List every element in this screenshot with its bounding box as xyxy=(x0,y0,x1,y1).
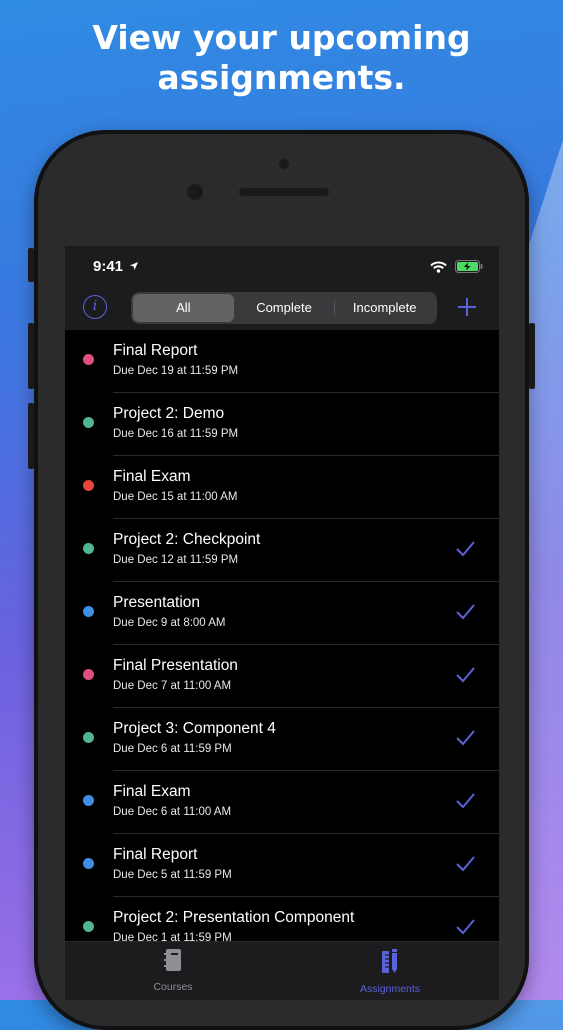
segment-all[interactable]: All xyxy=(133,294,234,322)
assignment-row[interactable]: Project 3: Component 4 Due Dec 6 at 11:59… xyxy=(65,708,499,771)
assignment-due-date: Due Dec 5 at 11:59 PM xyxy=(113,869,232,881)
assignment-title: Final Report xyxy=(113,846,198,863)
marketing-headline: View your upcoming assignments. xyxy=(0,18,563,98)
assignment-title: Final Exam xyxy=(113,468,191,485)
battery-charging-icon xyxy=(455,260,483,273)
assignment-row[interactable]: Final Report Due Dec 19 at 11:59 PM xyxy=(65,330,499,393)
tab-assignments[interactable]: Assignments xyxy=(330,948,450,995)
power-button xyxy=(529,323,535,389)
location-arrow-icon xyxy=(130,262,139,270)
checkmark-icon[interactable] xyxy=(454,603,476,621)
checkmark-icon[interactable] xyxy=(454,792,476,810)
wifi-icon xyxy=(430,261,447,273)
plus-icon xyxy=(458,298,476,316)
checkmark-icon[interactable] xyxy=(454,918,476,936)
checkmark-icon[interactable] xyxy=(454,666,476,684)
segment-complete[interactable]: Complete xyxy=(234,294,335,322)
assignment-row[interactable]: Final Exam Due Dec 15 at 11:00 AM xyxy=(65,456,499,519)
assignment-due-date: Due Dec 16 at 11:59 PM xyxy=(113,428,239,440)
headline-line-2: assignments. xyxy=(157,58,406,97)
checkmark-icon[interactable] xyxy=(454,855,476,873)
course-color-dot xyxy=(83,921,94,932)
assignment-due-date: Due Dec 19 at 11:59 PM xyxy=(113,365,239,377)
checkmark-icon[interactable] xyxy=(454,729,476,747)
assignment-due-date: Due Dec 12 at 11:59 PM xyxy=(113,554,239,566)
assignment-due-date: Due Dec 7 at 11:00 AM xyxy=(113,680,232,692)
assignment-row[interactable]: Presentation Due Dec 9 at 8:00 AM xyxy=(65,582,499,645)
headline-line-1: View your upcoming xyxy=(92,18,471,57)
tab-courses-label: Courses xyxy=(153,981,193,993)
assignment-due-date: Due Dec 15 at 11:00 AM xyxy=(113,491,238,503)
course-color-dot xyxy=(83,354,94,365)
assignment-title: Presentation xyxy=(113,594,201,611)
assignment-due-date: Due Dec 9 at 8:00 AM xyxy=(113,617,226,629)
course-color-dot xyxy=(83,669,94,680)
assignment-list: Final Report Due Dec 19 at 11:59 PM Projec… xyxy=(65,330,499,960)
assignment-title: Final Exam xyxy=(113,783,191,800)
info-icon: i xyxy=(92,298,98,314)
segment-incomplete[interactable]: Incomplete xyxy=(334,294,435,322)
navigation-bar: 9:41 i All Complete Incomplete xyxy=(65,246,499,330)
assignment-due-date: Due Dec 6 at 11:59 PM xyxy=(113,743,232,755)
course-color-dot xyxy=(83,858,94,869)
notebook-icon xyxy=(164,949,181,971)
front-camera xyxy=(187,184,203,200)
assignment-due-date: Due Dec 6 at 11:00 AM xyxy=(113,806,232,818)
status-time: 9:41 xyxy=(93,258,139,275)
assignment-title: Project 2: Presentation Component xyxy=(113,909,355,926)
filter-segmented-control: All Complete Incomplete xyxy=(131,292,437,324)
add-assignment-button[interactable] xyxy=(457,294,477,322)
volume-down-button xyxy=(28,403,34,469)
proximity-sensor xyxy=(279,159,289,169)
checkmark-icon[interactable] xyxy=(454,540,476,558)
tab-bar: Courses Assignments xyxy=(65,941,499,1000)
earpiece-speaker xyxy=(239,188,329,196)
volume-up-button xyxy=(28,323,34,389)
assignment-title: Final Presentation xyxy=(113,657,238,674)
course-color-dot xyxy=(83,480,94,491)
tab-courses[interactable]: Courses xyxy=(113,948,233,993)
assignment-row[interactable]: Final Presentation Due Dec 7 at 11:00 AM xyxy=(65,645,499,708)
tab-assignments-label: Assignments xyxy=(359,983,421,995)
course-color-dot xyxy=(83,417,94,428)
assignment-row[interactable]: Project 2: Checkpoint Due Dec 12 at 11:59… xyxy=(65,519,499,582)
course-color-dot xyxy=(83,606,94,617)
assignment-title: Project 2: Demo xyxy=(113,405,225,422)
ruler-pencil-icon xyxy=(382,949,397,973)
course-color-dot xyxy=(83,543,94,554)
status-icons xyxy=(430,260,483,273)
course-color-dot xyxy=(83,795,94,806)
assignment-title: Project 3: Component 4 xyxy=(113,720,276,737)
mute-switch xyxy=(28,248,34,282)
assignment-row[interactable]: Final Report Due Dec 5 at 11:59 PM xyxy=(65,834,499,897)
time-text: 9:41 xyxy=(93,258,124,275)
info-button[interactable]: i xyxy=(83,295,107,319)
assignment-row[interactable]: Final Exam Due Dec 6 at 11:00 AM xyxy=(65,771,499,834)
app-screen: 9:41 i All Complete Incomplete Final Rep… xyxy=(65,246,499,1000)
assignment-row[interactable]: Project 2: Demo Due Dec 16 at 11:59 PM xyxy=(65,393,499,456)
assignment-title: Project 2: Checkpoint xyxy=(113,531,261,548)
course-color-dot xyxy=(83,732,94,743)
assignment-title: Final Report xyxy=(113,342,198,359)
